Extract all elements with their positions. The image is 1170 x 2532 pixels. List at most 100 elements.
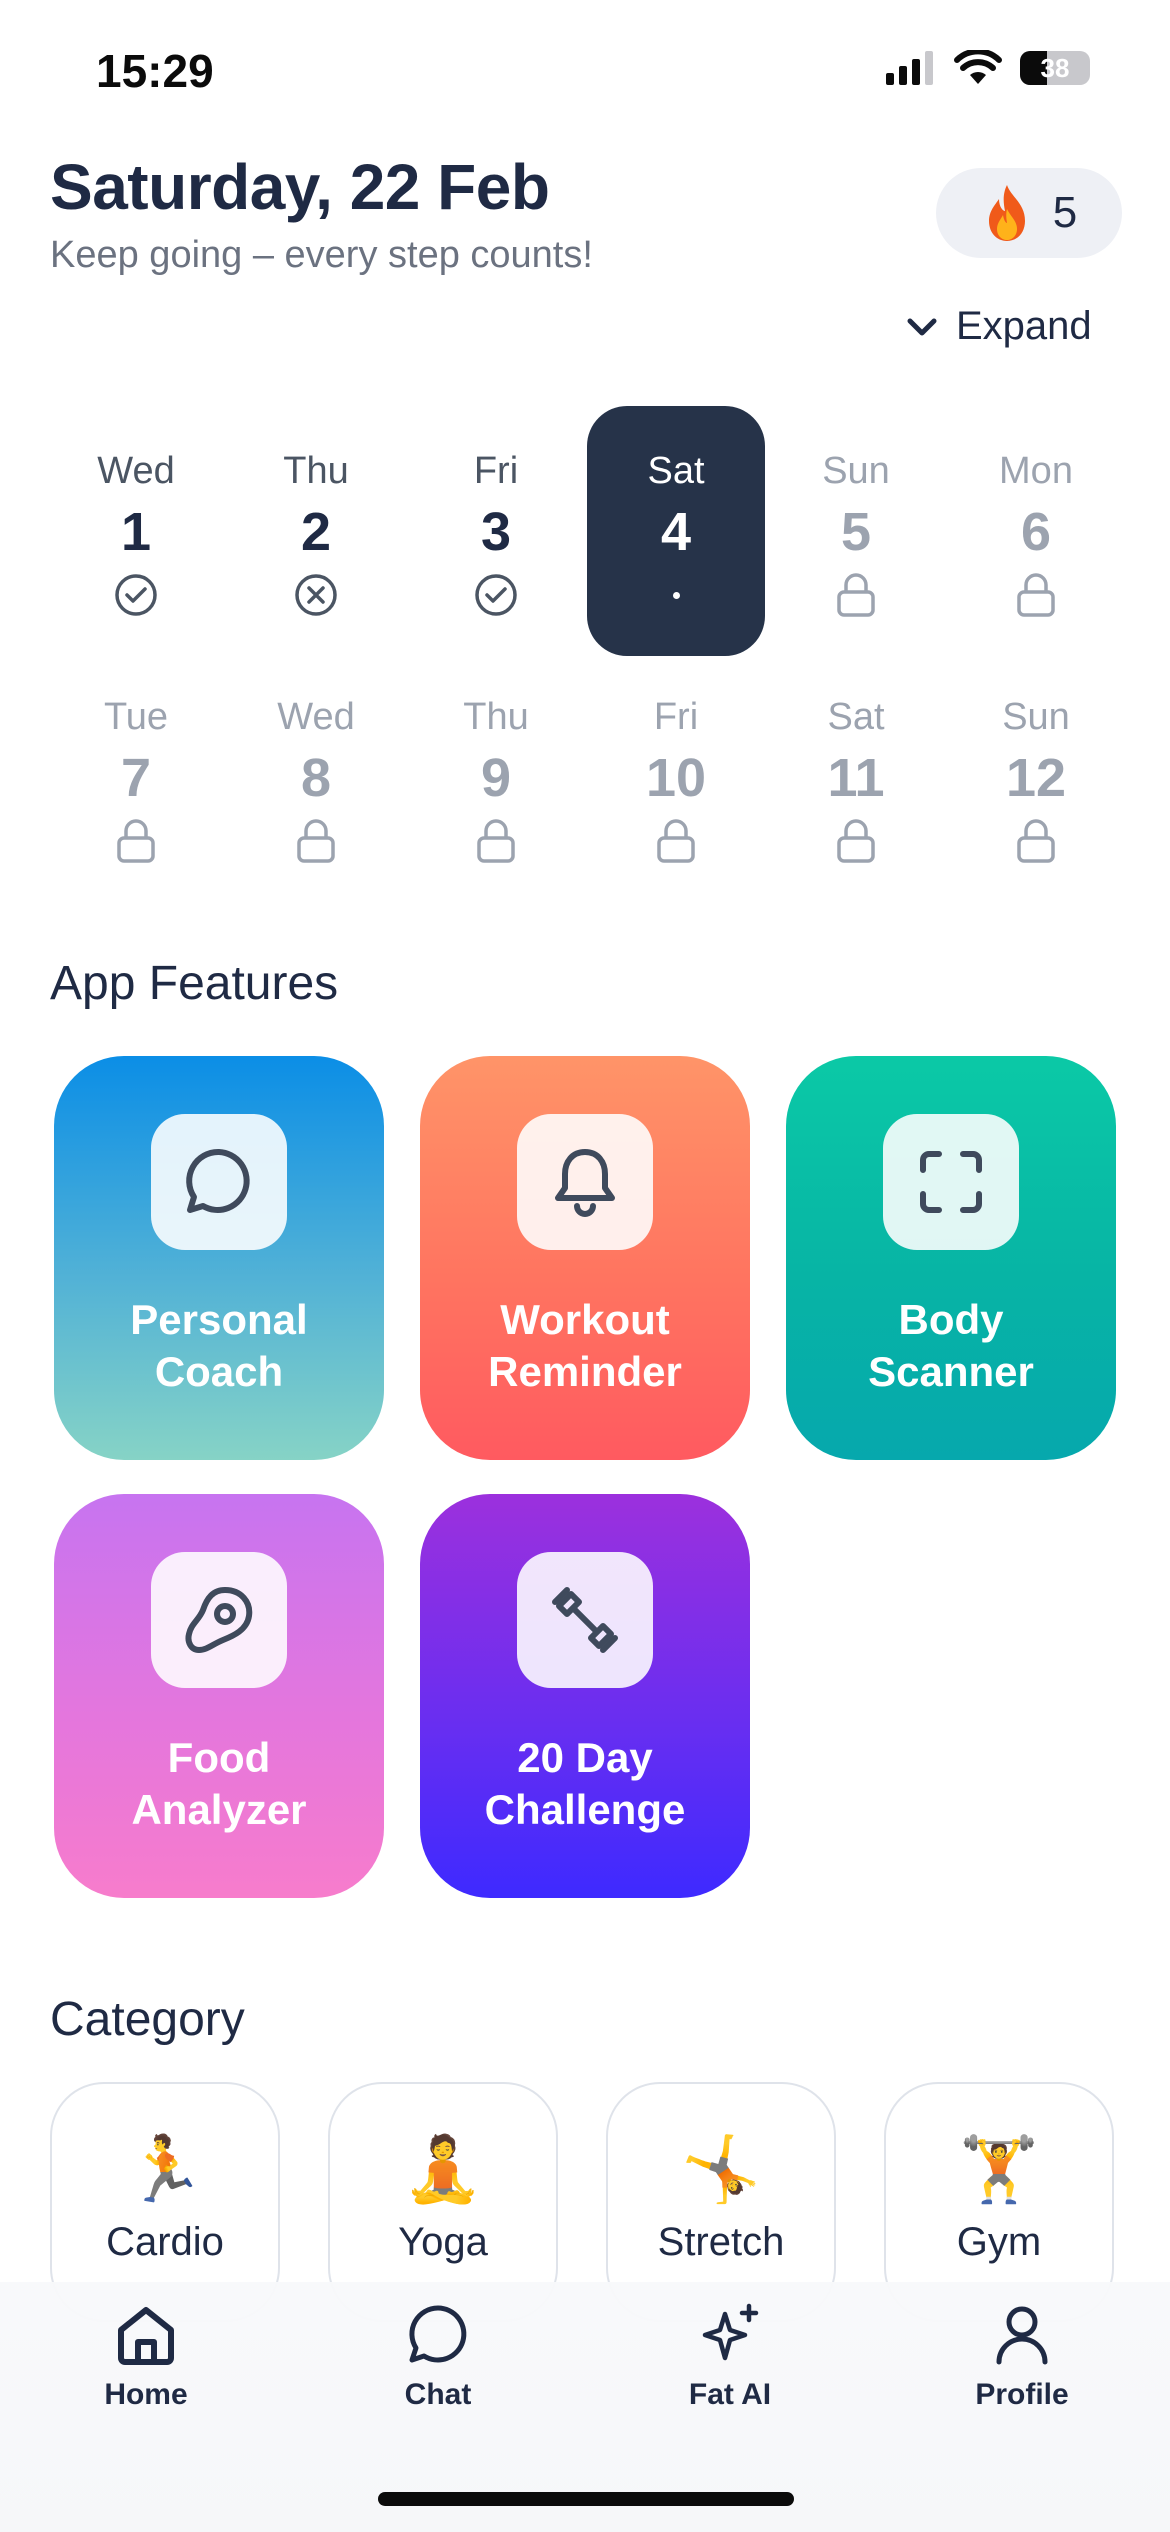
- workout-reminder-card[interactable]: Workout Reminder: [420, 1056, 750, 1460]
- tab-label: Profile: [975, 2378, 1069, 2411]
- user-icon: [996, 2306, 1048, 2365]
- calendar-week-2: Tue 7 Wed 8 Thu 9 Fri 10 Sat 11 Sun 12: [46, 652, 1126, 902]
- check-circle-icon: [475, 574, 517, 616]
- day-name: Tue: [103, 696, 169, 738]
- lock-icon: [1017, 819, 1055, 863]
- lock-icon: [297, 819, 335, 863]
- cartwheel-icon: 🤸: [681, 2133, 761, 2205]
- streak-badge[interactable]: 5: [936, 168, 1122, 258]
- calendar-day[interactable]: Thu 9: [406, 652, 586, 902]
- lock-icon: [117, 819, 155, 863]
- calendar-day[interactable]: Sun 12: [946, 652, 1126, 902]
- home-indicator: [378, 2492, 794, 2506]
- calendar-day[interactable]: Sun 5: [766, 406, 946, 656]
- home-icon: [118, 2307, 174, 2365]
- bell-icon: [555, 1149, 615, 1217]
- lock-icon: [1017, 573, 1055, 617]
- category-label: Yoga: [398, 2220, 488, 2264]
- icon-container: [517, 1114, 653, 1250]
- day-number: 7: [120, 748, 152, 808]
- steak-icon: [185, 1587, 253, 1653]
- chat-icon: [409, 2305, 467, 2363]
- day-name: Sat: [827, 696, 885, 738]
- tab-home[interactable]: Home: [46, 2300, 246, 2412]
- chat-bubble-icon: [186, 1148, 250, 1213]
- calendar-day[interactable]: Wed 8: [226, 652, 406, 902]
- icon-container: [151, 1114, 287, 1250]
- day-number: 10: [645, 748, 707, 808]
- lock-icon: [837, 573, 875, 617]
- calendar-day[interactable]: Tue 7: [46, 652, 226, 902]
- status-icons: 38: [886, 50, 1090, 86]
- day-name: Sun: [822, 450, 890, 492]
- wifi-icon: [954, 50, 1002, 84]
- icon-container: [517, 1552, 653, 1688]
- calendar-day[interactable]: Thu 2: [226, 406, 406, 656]
- tab-profile[interactable]: Profile: [922, 2300, 1122, 2412]
- weightlifter-icon: 🏋: [959, 2133, 1039, 2205]
- category-label: Cardio: [106, 2220, 224, 2264]
- card-label: Personal Coach: [130, 1296, 308, 1395]
- check-circle-icon: [115, 574, 157, 616]
- scan-frame-icon: [920, 1151, 982, 1213]
- runner-icon: 🏃: [125, 2133, 205, 2205]
- expand-button[interactable]: Expand: [906, 304, 1092, 349]
- day-number: 3: [480, 502, 512, 562]
- day-number: 5: [840, 502, 872, 562]
- calendar-day[interactable]: Fri 10: [586, 652, 766, 902]
- calendar-day[interactable]: Mon 6: [946, 406, 1126, 656]
- tab-chat[interactable]: Chat: [338, 2300, 538, 2412]
- day-number: 4: [660, 502, 692, 562]
- calendar-day[interactable]: Wed 1: [46, 406, 226, 656]
- calendar-day-today[interactable]: Sat 4: [587, 406, 765, 656]
- day-number: 8: [300, 748, 332, 808]
- tab-label: Home: [104, 2378, 188, 2411]
- food-analyzer-card[interactable]: Food Analyzer: [54, 1494, 384, 1898]
- day-name: Wed: [277, 696, 355, 738]
- day-number: 2: [300, 502, 332, 562]
- calendar-day[interactable]: Fri 3: [406, 406, 586, 656]
- category-label: Stretch: [657, 2220, 785, 2264]
- body-scanner-card[interactable]: Body Scanner: [786, 1056, 1116, 1460]
- signal-icon: [886, 51, 933, 85]
- day-number: 12: [1005, 748, 1067, 808]
- fire-icon: [988, 185, 1025, 241]
- sparkles-icon: [702, 2303, 759, 2361]
- day-name: Fri: [473, 450, 519, 492]
- category-title: Category: [50, 1993, 245, 2046]
- day-name: Sun: [1002, 696, 1070, 738]
- lock-icon: [477, 819, 515, 863]
- tab-label: Chat: [404, 2378, 472, 2411]
- day-number: 11: [827, 748, 885, 808]
- calendar-week-1: Wed 1 Thu 2 Fri 3 Sat 4 Sun 5 Mon 6: [46, 406, 1126, 656]
- category-label: Gym: [956, 2220, 1042, 2264]
- calendar-day[interactable]: Sat 11: [766, 652, 946, 902]
- card-label: Workout Reminder: [488, 1296, 682, 1395]
- x-circle-icon: [295, 574, 337, 616]
- personal-coach-card[interactable]: Personal Coach: [54, 1056, 384, 1460]
- day-number: 6: [1020, 502, 1052, 562]
- day-name: Sat: [647, 450, 705, 492]
- day-name: Thu: [463, 696, 529, 738]
- features-title: App Features: [50, 957, 339, 1010]
- lock-icon: [657, 819, 695, 863]
- icon-container: [883, 1114, 1019, 1250]
- card-label: Body Scanner: [868, 1296, 1034, 1395]
- expand-label: Expand: [956, 304, 1092, 348]
- status-time: 15:29: [96, 45, 214, 97]
- day-number: 1: [120, 502, 152, 562]
- day-name: Wed: [97, 450, 175, 492]
- challenge-card[interactable]: 20 Day Challenge: [420, 1494, 750, 1898]
- page-title: Saturday, 22 Feb: [50, 151, 550, 223]
- page-subtitle: Keep going – every step counts!: [50, 234, 593, 276]
- tab-fat-ai[interactable]: Fat AI: [630, 2300, 830, 2412]
- day-number: 9: [480, 748, 512, 808]
- battery-indicator: 38: [1020, 51, 1090, 85]
- card-label: 20 Day Challenge: [484, 1734, 686, 1833]
- day-name: Fri: [653, 696, 699, 738]
- yoga-icon: 🧘: [403, 2133, 483, 2205]
- card-label: Food Analyzer: [131, 1734, 307, 1833]
- day-name: Mon: [999, 450, 1073, 492]
- chevron-down-icon: [907, 318, 937, 335]
- tab-label: Fat AI: [688, 2378, 772, 2411]
